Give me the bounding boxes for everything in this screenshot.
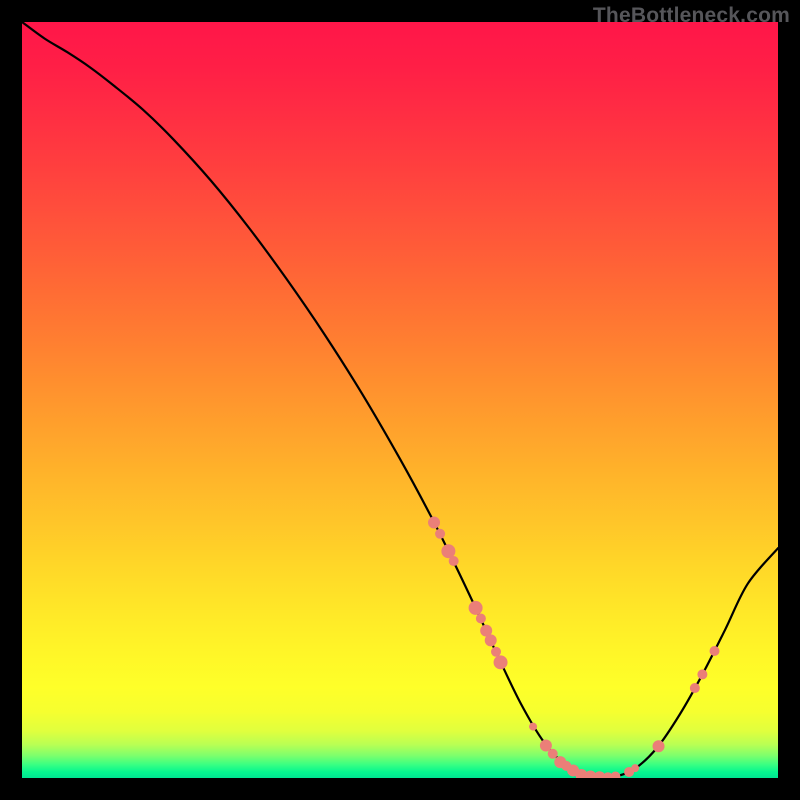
data-point [697,669,707,679]
data-point [710,646,720,656]
data-point [469,601,483,615]
data-point [485,634,497,646]
data-point [548,749,558,759]
data-point [690,683,700,693]
watermark-text: TheBottleneck.com [593,4,790,28]
data-point [491,647,501,657]
data-point [653,740,665,752]
chart-root: TheBottleneck.com [0,0,800,800]
gradient-background [22,22,778,778]
data-point [631,764,639,772]
data-point [449,556,459,566]
data-point [494,655,508,669]
plot-area [22,22,778,778]
data-point [428,516,440,528]
chart-svg [22,22,778,778]
data-point [476,613,486,623]
data-point [435,529,445,539]
data-point [529,723,537,731]
